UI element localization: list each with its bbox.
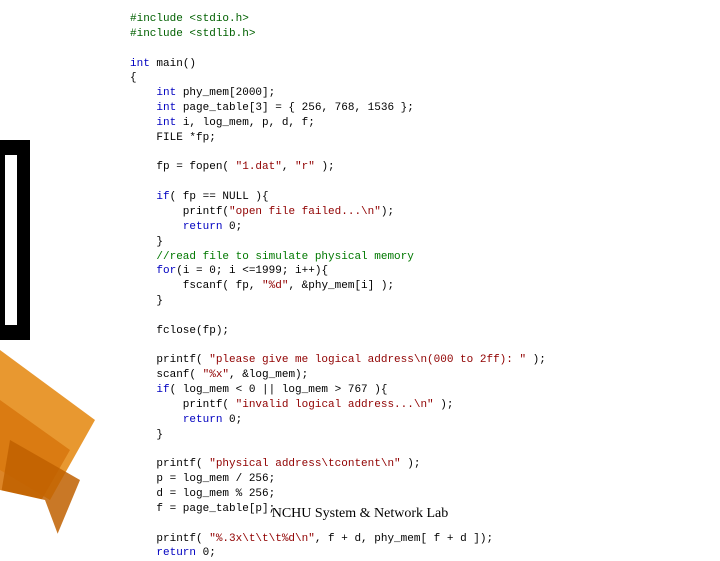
code-line: { <box>130 71 690 86</box>
code-line <box>130 42 690 57</box>
code-line: printf("open file failed...\n"); <box>130 205 690 220</box>
code-line: fscanf( fp, "%d", &phy_mem[i] ); <box>130 279 690 294</box>
footer-label: NCHU System & Network Lab <box>0 506 720 522</box>
code-line: printf( "%.3x\t\t\t%d\n", f + d, phy_mem… <box>130 532 690 547</box>
code-line: return 0; <box>130 220 690 235</box>
code-line <box>130 146 690 161</box>
code-line: printf( "please give me logical address\… <box>130 353 690 368</box>
code-line <box>130 442 690 457</box>
code-block: #include <stdio.h>#include <stdlib.h> in… <box>130 12 690 561</box>
code-line: } <box>130 428 690 443</box>
code-line: for(i = 0; i <=1999; i++){ <box>130 264 690 279</box>
code-line: printf( "physical address\tcontent\n" ); <box>130 457 690 472</box>
code-line: #include <stdio.h> <box>130 12 690 27</box>
code-line: int i, log_mem, p, d, f; <box>130 116 690 131</box>
code-line: scanf( "%x", &log_mem); <box>130 368 690 383</box>
code-line: printf( "invalid logical address...\n" )… <box>130 398 690 413</box>
code-line: if( fp == NULL ){ <box>130 190 690 205</box>
slide-decoration <box>0 0 120 540</box>
code-line <box>130 175 690 190</box>
code-line: } <box>130 235 690 250</box>
code-line: //read file to simulate physical memory <box>130 250 690 265</box>
code-line: return 0; <box>130 546 690 561</box>
code-line: FILE *fp; <box>130 131 690 146</box>
code-line <box>130 339 690 354</box>
code-line: } <box>130 294 690 309</box>
code-line: #include <stdlib.h> <box>130 27 690 42</box>
code-line: int main() <box>130 57 690 72</box>
code-line: int page_table[3] = { 256, 768, 1536 }; <box>130 101 690 116</box>
code-line: p = log_mem / 256; <box>130 472 690 487</box>
code-line: d = log_mem % 256; <box>130 487 690 502</box>
code-line: fclose(fp); <box>130 324 690 339</box>
code-line: return 0; <box>130 413 690 428</box>
code-line: fp = fopen( "1.dat", "r" ); <box>130 160 690 175</box>
code-line: if( log_mem < 0 || log_mem > 767 ){ <box>130 383 690 398</box>
code-line <box>130 309 690 324</box>
code-line: int phy_mem[2000]; <box>130 86 690 101</box>
